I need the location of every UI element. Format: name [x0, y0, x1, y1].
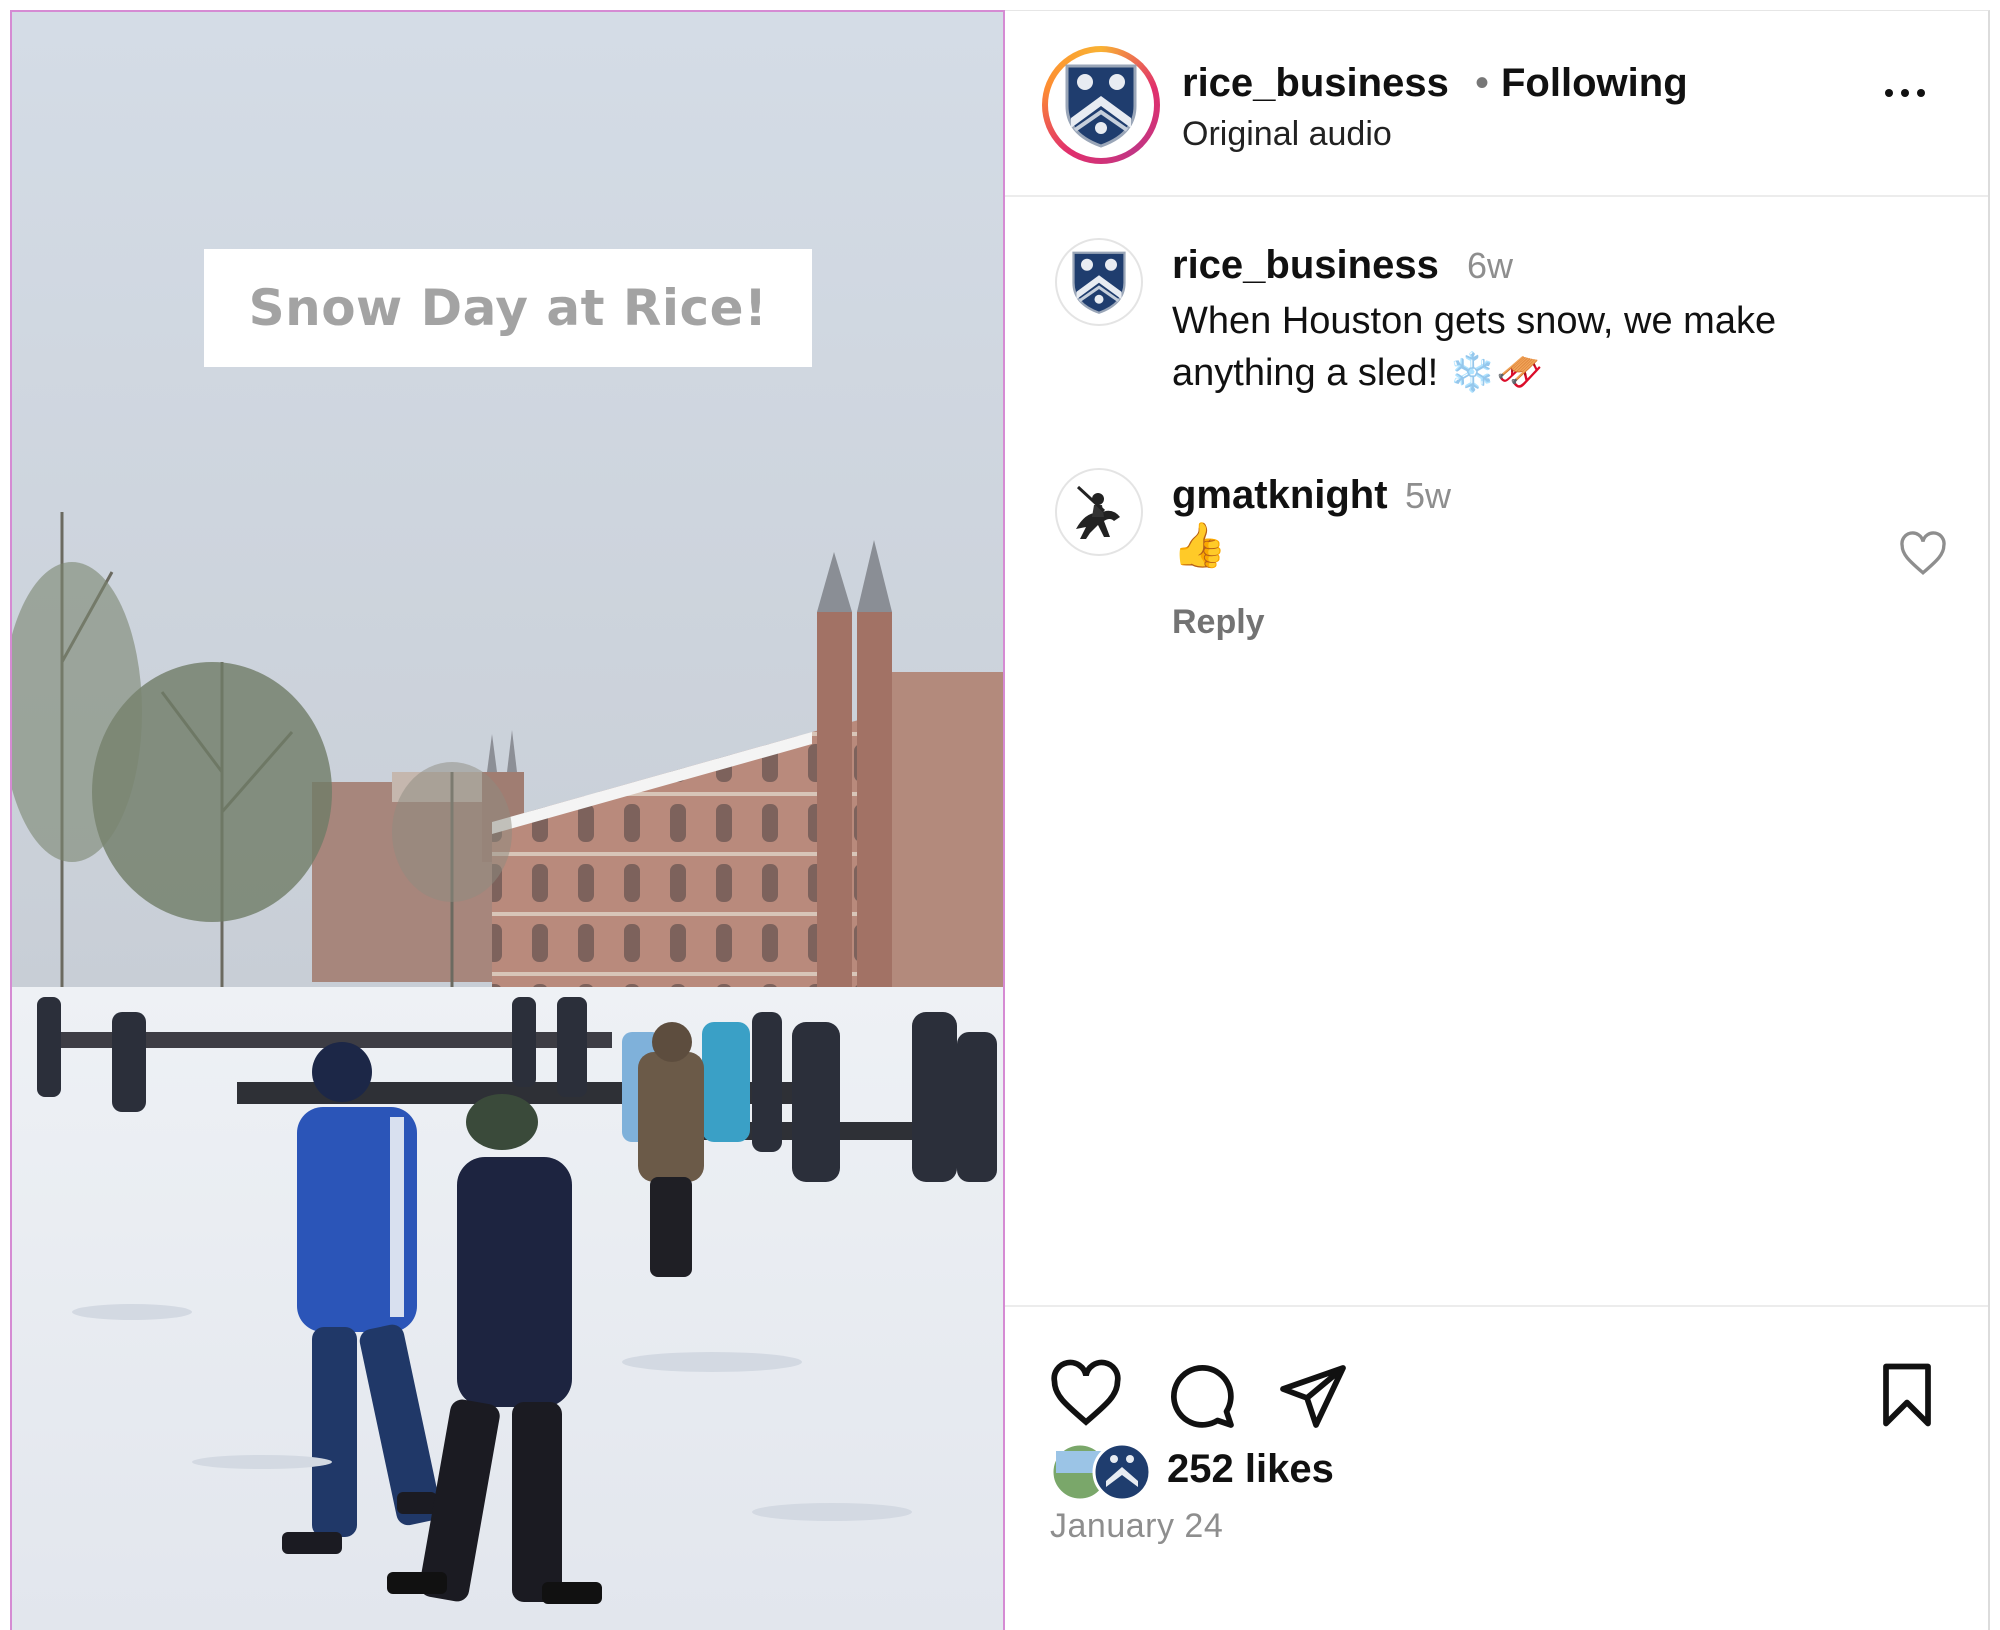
author-avatar[interactable]	[1042, 46, 1160, 164]
heart-icon[interactable]	[1050, 1359, 1122, 1431]
comment-text: 👍	[1172, 521, 1227, 570]
reply-button[interactable]: Reply	[1172, 603, 1265, 642]
audio-label[interactable]: Original audio	[1182, 115, 1392, 154]
post-header: rice_business • Following Original audio	[1005, 11, 1988, 197]
share-icon[interactable]	[1277, 1359, 1349, 1431]
post-details-panel: rice_business • Following Original audio…	[1005, 10, 1990, 1630]
liker-avatars[interactable]	[1050, 1441, 1160, 1503]
post-date: January 24	[1050, 1507, 1224, 1545]
separator-dot: •	[1475, 61, 1490, 105]
caption-timestamp: 6w	[1467, 245, 1514, 286]
liker-avatar-stack-icon	[1050, 1442, 1152, 1502]
post-media[interactable]: Snow Day at Rice!	[10, 10, 1005, 1630]
caption-text: When Houston gets snow, we make anything…	[1172, 300, 1777, 394]
rice-shield-icon	[1065, 64, 1137, 148]
comment-username[interactable]: gmatknight	[1172, 473, 1388, 518]
more-options-icon[interactable]	[1885, 83, 1935, 103]
commenter-avatar[interactable]	[1055, 468, 1143, 556]
caption-username[interactable]: rice_business	[1172, 243, 1439, 288]
rice-shield-icon	[1072, 251, 1126, 314]
post-actions-footer: 252 likes January 24	[1005, 1305, 1988, 1630]
video-text-overlay: Snow Day at Rice!	[204, 249, 812, 367]
author-username[interactable]: rice_business	[1182, 61, 1449, 106]
bookmark-icon[interactable]	[1871, 1359, 1943, 1431]
comment-timestamp: 5w	[1405, 475, 1452, 516]
caption-avatar[interactable]	[1055, 238, 1143, 326]
heart-outline-icon[interactable]	[1898, 531, 1948, 577]
comment-icon[interactable]	[1165, 1359, 1237, 1431]
overlay-title: Snow Day at Rice!	[248, 279, 768, 337]
likes-count[interactable]: 252 likes	[1167, 1447, 1334, 1492]
knight-on-horse-icon	[1076, 485, 1120, 539]
following-button[interactable]: Following	[1501, 61, 1688, 106]
